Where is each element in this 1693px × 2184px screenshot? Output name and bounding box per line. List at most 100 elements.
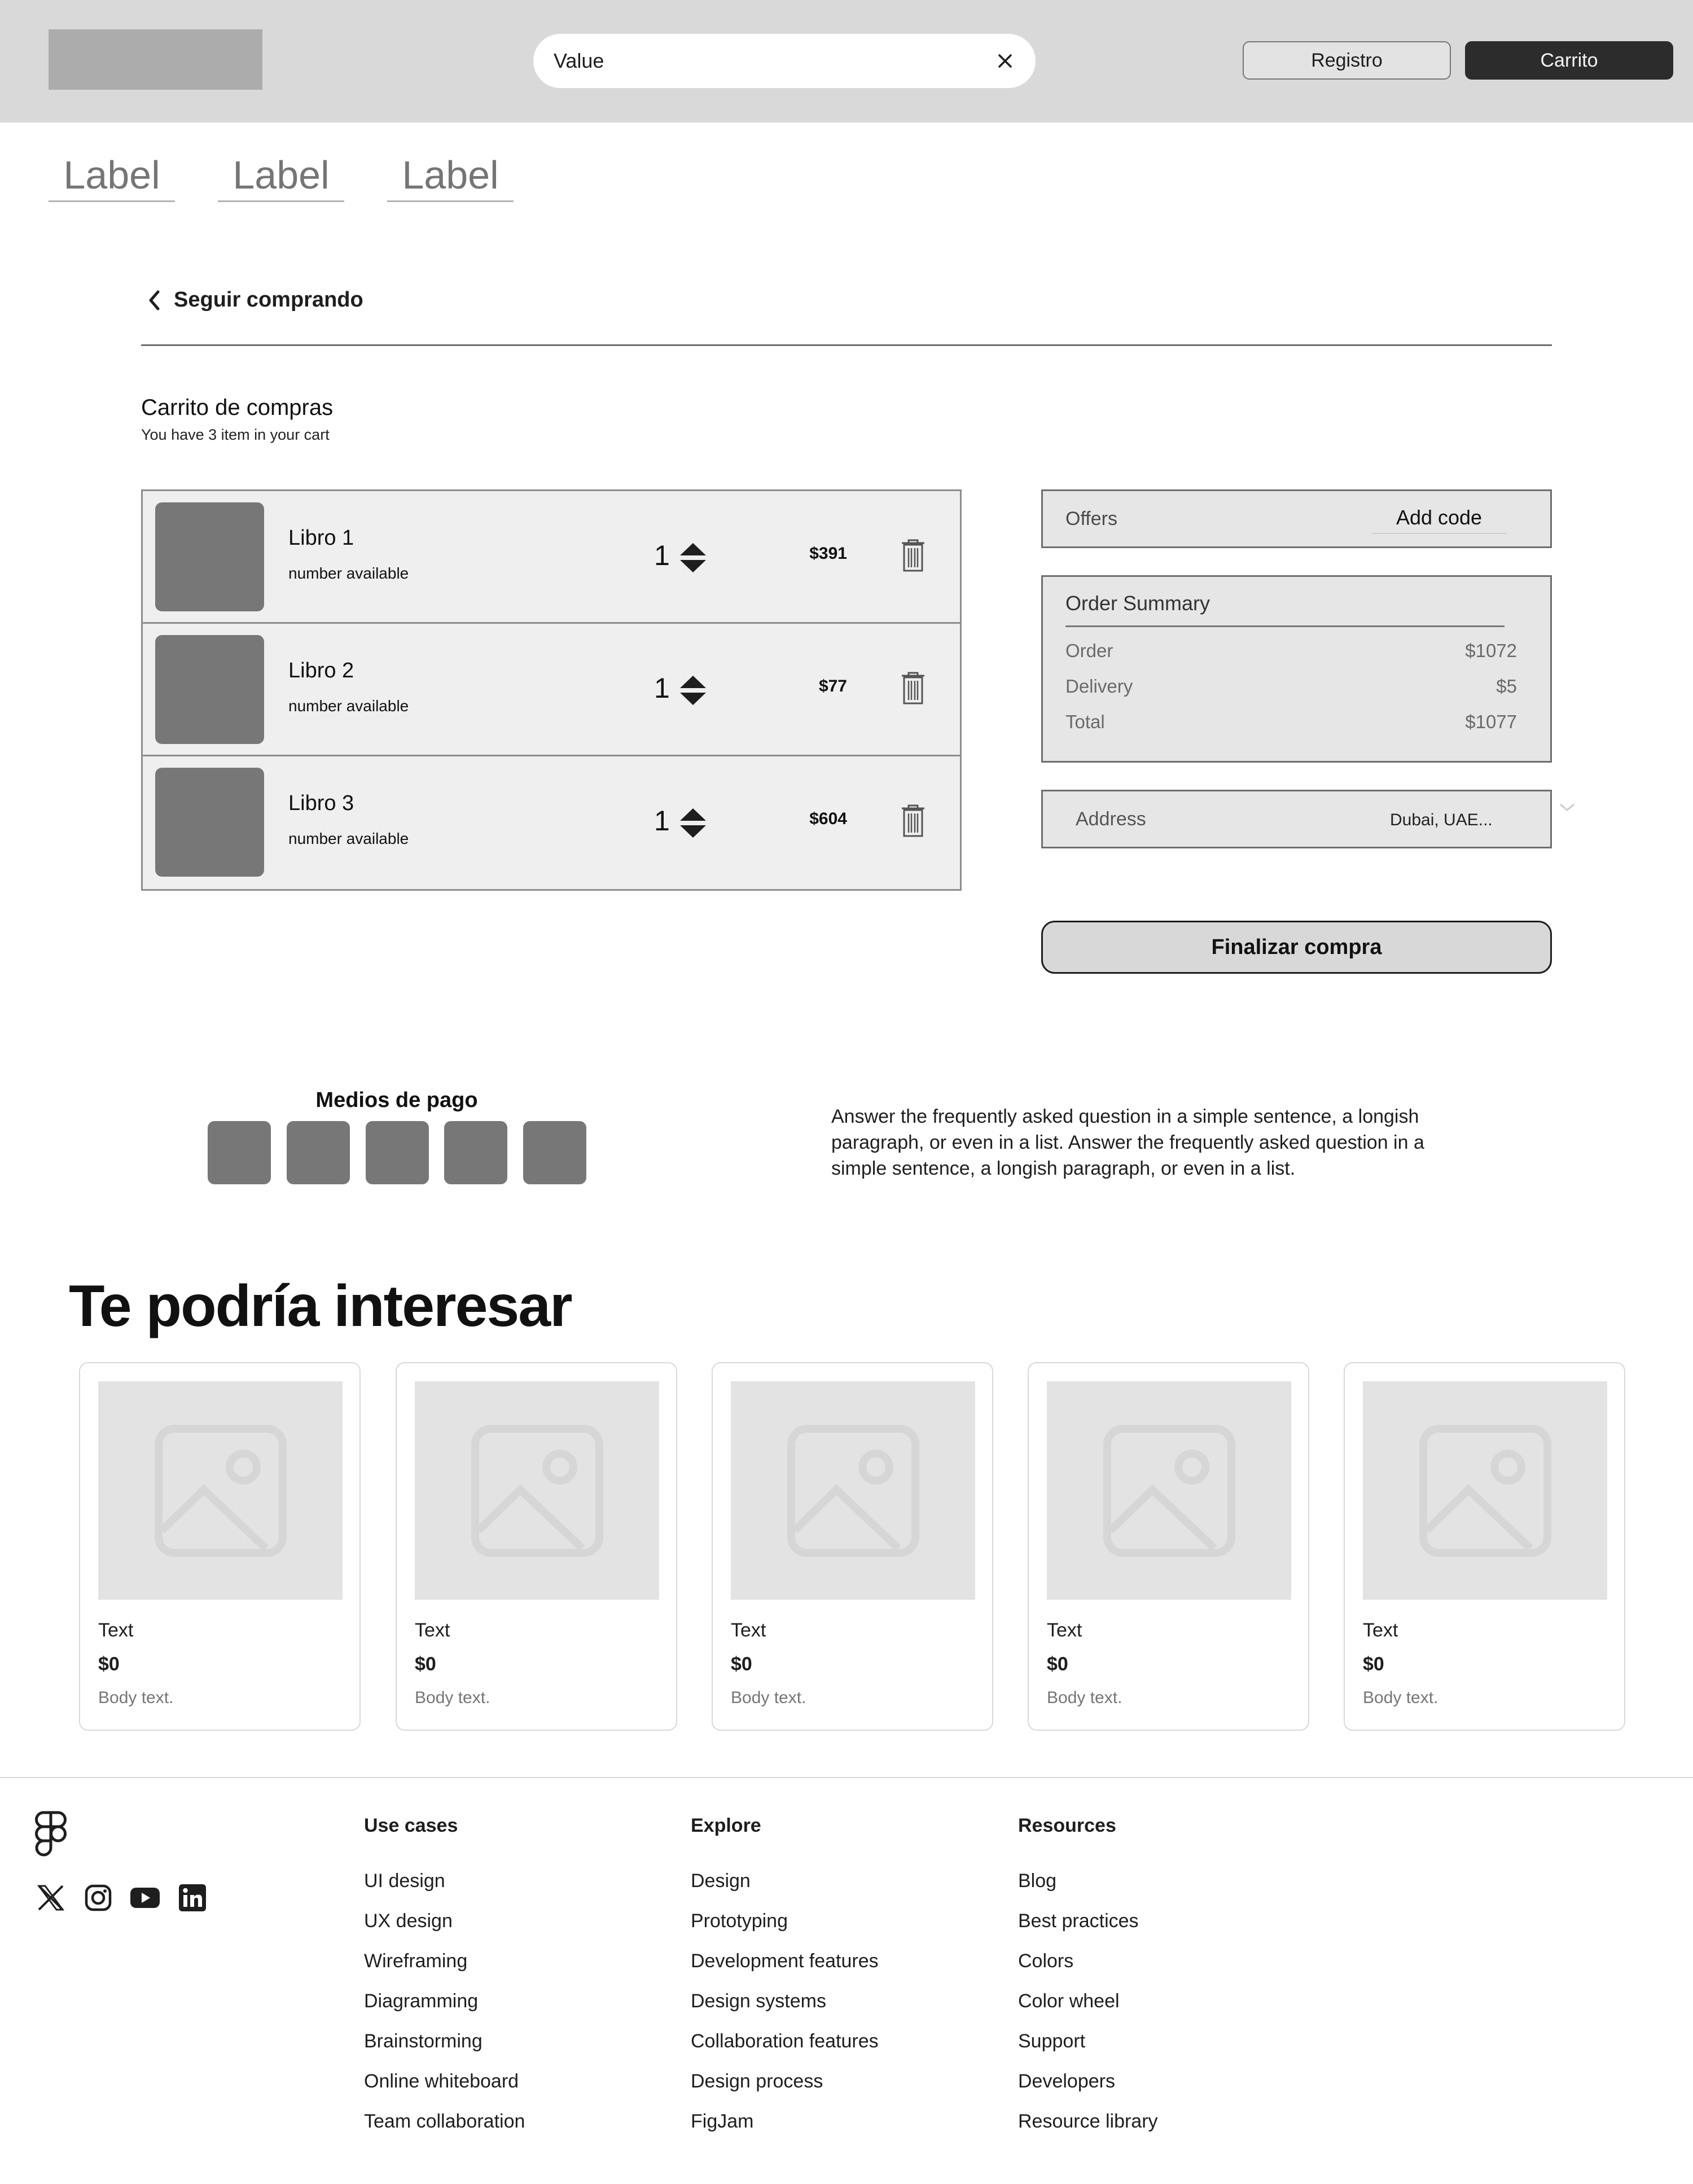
image-placeholder-icon — [98, 1381, 343, 1600]
quantity-stepper-icon[interactable] — [679, 675, 707, 706]
address-value: Dubai, UAE... — [1390, 811, 1493, 829]
footer-link[interactable]: Development features — [691, 1950, 879, 1990]
footer-link[interactable]: Diagramming — [364, 1990, 525, 2030]
add-code-input[interactable]: Add code — [1371, 506, 1507, 534]
figma-logo-icon[interactable] — [35, 1811, 67, 1858]
tab-1[interactable]: Label — [49, 148, 175, 202]
footer-link[interactable]: Developers — [1018, 2070, 1158, 2110]
back-link[interactable]: Seguir comprando — [148, 288, 363, 312]
cart-row: Libro 1 number available 1 $391 — [143, 491, 960, 624]
footer-link[interactable]: Design — [691, 1870, 879, 1910]
card-body: Body text. — [98, 1688, 174, 1707]
footer-link[interactable]: UI design — [364, 1870, 525, 1910]
quantity-stepper-icon[interactable] — [679, 807, 707, 839]
footer-link[interactable]: Blog — [1018, 1870, 1158, 1910]
footer-column-resources: Resources Blog Best practices Colors Col… — [1018, 1815, 1158, 2150]
registro-button[interactable]: Registro — [1243, 41, 1451, 80]
x-icon[interactable] — [35, 1882, 67, 1914]
image-placeholder-icon — [415, 1381, 659, 1600]
order-summary: Order Summary Order $1072 Delivery $5 To… — [1041, 575, 1552, 763]
footer-link[interactable]: Best practices — [1018, 1910, 1158, 1950]
footer-link[interactable]: Design systems — [691, 1990, 879, 2030]
divider — [141, 344, 1552, 346]
product-availability: number available — [288, 697, 409, 715]
instagram-icon[interactable] — [82, 1882, 114, 1914]
back-link-label: Seguir comprando — [174, 288, 363, 312]
product-price: $391 — [809, 544, 847, 563]
divider — [1065, 625, 1505, 627]
summary-row-order: Order $1072 — [1065, 640, 1517, 662]
card-body: Body text. — [731, 1688, 806, 1707]
cart-subtitle: You have 3 item in your cart — [141, 426, 330, 443]
trash-icon[interactable] — [901, 671, 926, 705]
product-card[interactable]: Text $0 Body text. — [1344, 1362, 1625, 1731]
payment-method-5[interactable] — [523, 1121, 586, 1184]
product-thumbnail — [155, 768, 264, 877]
chevron-down-icon[interactable] — [1559, 802, 1576, 813]
footer-link[interactable]: Wireframing — [364, 1950, 525, 1990]
tab-label: Label — [63, 153, 160, 197]
footer-link[interactable]: Color wheel — [1018, 1990, 1158, 2030]
footer-link[interactable]: UX design — [364, 1910, 525, 1950]
summary-label: Delivery — [1065, 676, 1133, 697]
footer-column-explore: Explore Design Prototyping Development f… — [691, 1815, 879, 2150]
product-card[interactable]: Text $0 Body text. — [79, 1362, 361, 1731]
cart-title: Carrito de compras — [141, 395, 334, 420]
footer-link[interactable]: Prototyping — [691, 1910, 879, 1950]
summary-row-delivery: Delivery $5 — [1065, 676, 1517, 697]
quantity-stepper-icon[interactable] — [679, 542, 707, 574]
quantity-value: 1 — [654, 805, 670, 837]
carrito-button[interactable]: Carrito — [1465, 41, 1673, 80]
product-thumbnail — [155, 635, 264, 744]
footer-link[interactable]: Collaboration features — [691, 2030, 879, 2070]
summary-label: Total — [1065, 711, 1105, 732]
search-input[interactable]: Value — [533, 34, 1036, 88]
payment-method-2[interactable] — [287, 1121, 350, 1184]
product-name: Libro 1 — [288, 526, 354, 550]
offers-label: Offers — [1065, 508, 1117, 529]
footer-link[interactable]: Resource library — [1018, 2110, 1158, 2150]
cart-row: Libro 2 number available 1 $77 — [143, 624, 960, 756]
logo-placeholder[interactable] — [49, 29, 262, 90]
product-card[interactable]: Text $0 Body text. — [1028, 1362, 1309, 1731]
footer-divider — [0, 1777, 1693, 1778]
card-title: Text — [415, 1620, 450, 1641]
summary-value: $1072 — [1465, 640, 1517, 661]
card-body: Body text. — [1363, 1688, 1438, 1707]
tab-3[interactable]: Label — [387, 148, 514, 202]
footer-link[interactable]: FigJam — [691, 2110, 879, 2150]
footer-link[interactable]: Team collaboration — [364, 2110, 525, 2150]
product-card[interactable]: Text $0 Body text. — [712, 1362, 993, 1731]
card-price: $0 — [731, 1653, 752, 1675]
quantity-value: 1 — [654, 540, 670, 571]
youtube-icon[interactable] — [129, 1882, 161, 1914]
close-icon[interactable] — [995, 51, 1015, 71]
card-title: Text — [98, 1620, 134, 1641]
card-price: $0 — [98, 1653, 120, 1675]
product-card[interactable]: Text $0 Body text. — [396, 1362, 677, 1731]
footer-link[interactable]: Colors — [1018, 1950, 1158, 1990]
footer-link[interactable]: Design process — [691, 2070, 879, 2110]
cart-row: Libro 3 number available 1 $604 — [143, 756, 960, 889]
footer-column-title: Resources — [1018, 1815, 1116, 1836]
payments-title: Medios de pago — [315, 1088, 478, 1112]
payment-method-4[interactable] — [444, 1121, 507, 1184]
linkedin-icon[interactable] — [177, 1882, 208, 1914]
footer-link[interactable]: Support — [1018, 2030, 1158, 2070]
product-price: $77 — [818, 677, 847, 695]
quantity-value: 1 — [654, 672, 670, 704]
trash-icon[interactable] — [901, 539, 926, 572]
payment-method-3[interactable] — [366, 1121, 429, 1184]
card-price: $0 — [1047, 1653, 1068, 1675]
checkout-button[interactable]: Finalizar compra — [1041, 921, 1552, 974]
footer-link[interactable]: Brainstorming — [364, 2030, 525, 2070]
search-value[interactable]: Value — [554, 49, 995, 73]
card-price: $0 — [1363, 1653, 1384, 1675]
footer-link[interactable]: Online whiteboard — [364, 2070, 525, 2110]
trash-icon[interactable] — [901, 804, 926, 838]
order-summary-title: Order Summary — [1065, 592, 1210, 615]
tab-2[interactable]: Label — [218, 148, 344, 202]
payment-method-1[interactable] — [208, 1121, 271, 1184]
image-placeholder-icon — [731, 1381, 975, 1600]
address-select[interactable]: Address Dubai, UAE... — [1041, 790, 1552, 848]
